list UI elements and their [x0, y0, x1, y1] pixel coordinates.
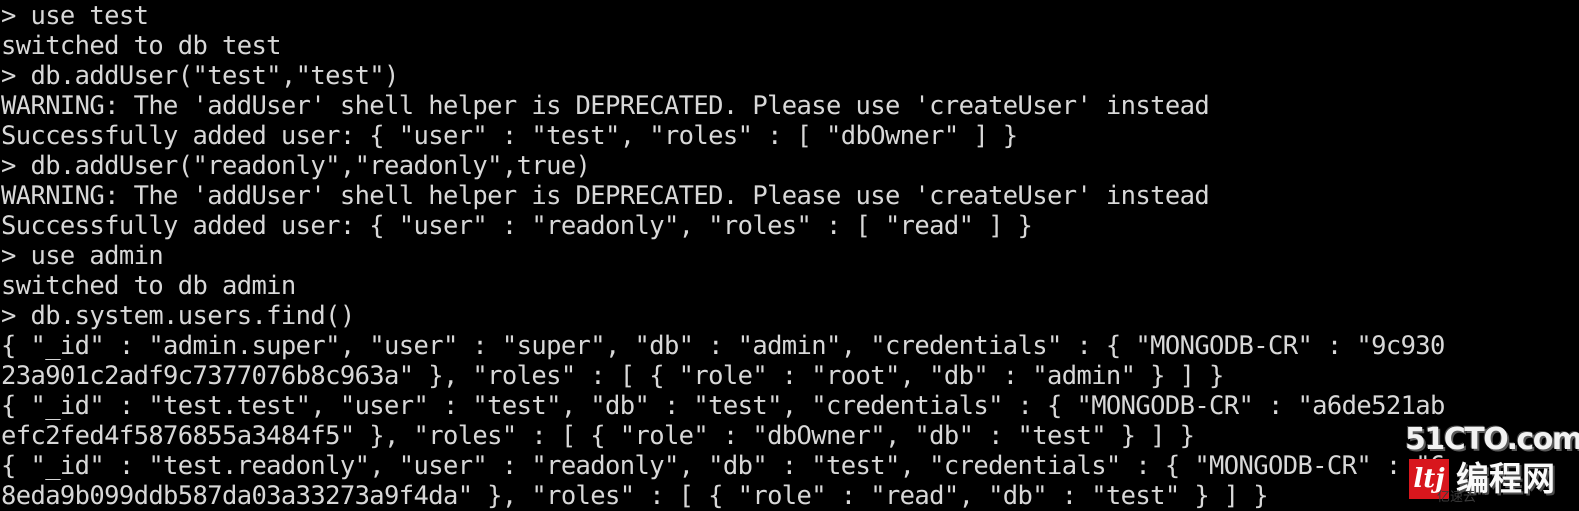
terminal-line: switched to db admin	[1, 271, 296, 301]
terminal-line: { "_id" : "test.readonly", "user" : "rea…	[1, 451, 1445, 481]
terminal-line: Successfully added user: { "user" : "rea…	[1, 211, 1033, 241]
terminal-line: > db.addUser("readonly","readonly",true)	[1, 151, 591, 181]
terminal-line: switched to db test	[1, 31, 282, 61]
terminal-window[interactable]: > use test switched to db test > db.addUse…	[0, 0, 1579, 511]
terminal-line: { "_id" : "test.test", "user" : "test", …	[1, 391, 1445, 421]
terminal-output: > use test switched to db test > db.addUse…	[1, 1, 1579, 511]
terminal-line: efc2fed4f5876855a3484f5" }, "roles" : [ …	[1, 421, 1195, 451]
terminal-line: { "_id" : "admin.super", "user" : "super…	[1, 331, 1445, 361]
terminal-line: WARNING: The 'addUser' shell helper is D…	[1, 91, 1210, 121]
terminal-line: Successfully added user: { "user" : "tes…	[1, 121, 1018, 151]
terminal-line: > use admin	[1, 241, 164, 271]
terminal-line: WARNING: The 'addUser' shell helper is D…	[1, 181, 1210, 211]
terminal-line: 23a901c2adf9c7377076b8c963a" }, "roles" …	[1, 361, 1224, 391]
terminal-line: > db.addUser("test","test")	[1, 61, 399, 91]
terminal-line: > use test	[1, 1, 149, 31]
terminal-line: > db.system.users.find()	[1, 301, 355, 331]
terminal-line: 8eda9b099ddb587da03a33273a9f4da" }, "rol…	[1, 481, 1269, 511]
